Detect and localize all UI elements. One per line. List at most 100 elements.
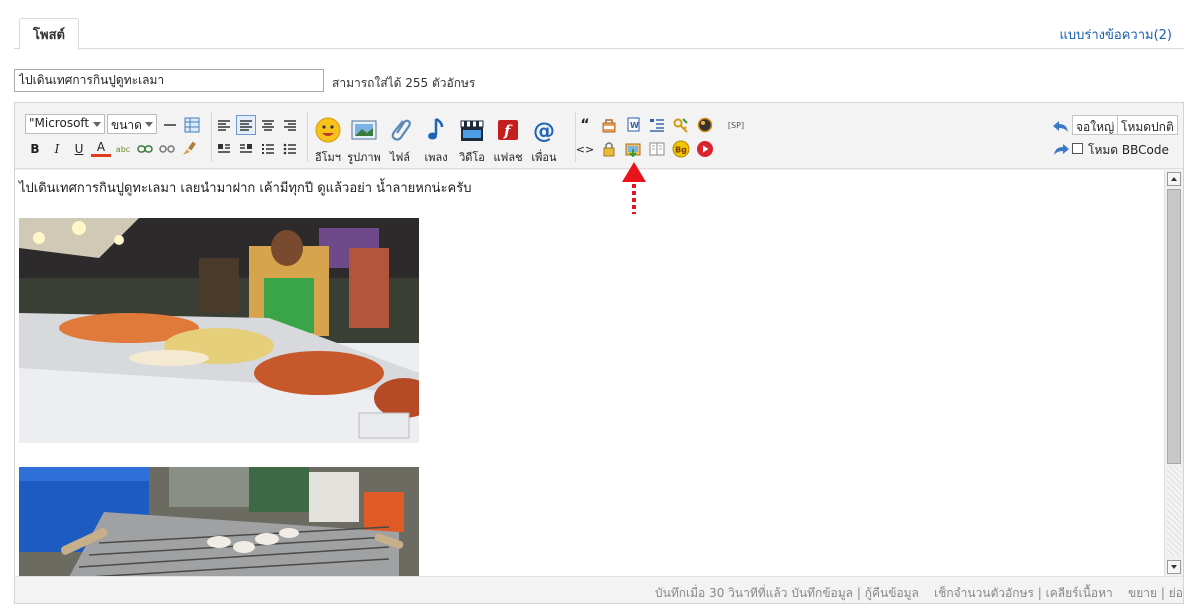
image-label: รูปภาพ xyxy=(347,151,381,164)
post-body-text: ไปเดินเทศการกินปูดูทะเลมา เลยนำมาฝาก เค้… xyxy=(19,181,472,196)
annotation-arrow-icon xyxy=(622,162,646,214)
youtube-icon[interactable] xyxy=(696,140,714,158)
image-icon xyxy=(351,120,377,140)
columns-icon[interactable] xyxy=(648,140,666,158)
svg-text:W: W xyxy=(630,121,639,130)
save-link[interactable]: บันทึกข้อมูล xyxy=(791,586,853,600)
emoticon-label: อีโมฯ xyxy=(315,151,341,164)
quote-button[interactable]: “ xyxy=(576,116,594,134)
friend-button[interactable]: @ เพื่อน xyxy=(526,116,562,172)
clear-format-brush-icon[interactable] xyxy=(179,139,199,159)
align-justify-icon[interactable] xyxy=(236,115,256,135)
format-group: "Microsoft ขนาด B I U A abc xyxy=(23,112,205,162)
scroll-thumb[interactable] xyxy=(1167,189,1181,464)
redo-arrow-icon[interactable] xyxy=(1051,139,1071,159)
separator: | xyxy=(1160,586,1165,600)
bg-badge-text: Bg xyxy=(675,146,687,155)
editor: "Microsoft ขนาด B I U A abc อีโมฯ รูปภาพ… xyxy=(14,102,1184,604)
image-button[interactable]: รูปภาพ xyxy=(346,116,382,172)
bold-button[interactable]: B xyxy=(25,139,45,159)
align-group xyxy=(211,112,301,162)
subject-hint: สามารถใส่ได้ 255 ตัวอักษร xyxy=(332,76,476,90)
scroll-up-icon[interactable] xyxy=(1167,172,1181,186)
align-center-icon[interactable] xyxy=(258,115,278,135)
insert-image-download-icon[interactable] xyxy=(624,140,642,158)
flash-icon: f xyxy=(498,120,518,140)
draft-messages-link[interactable]: แบบร่างข้อความ(2) xyxy=(1060,24,1173,45)
extras-group: “ <> W Bg [SP] xyxy=(575,112,751,162)
underline-button[interactable]: U xyxy=(69,139,89,159)
font-size-value: ขนาด xyxy=(111,118,142,132)
restore-link[interactable]: กู้คืนข้อมูล xyxy=(865,586,919,600)
file-label: ไฟล์ xyxy=(389,151,411,164)
normal-mode-button[interactable]: โหมดปกติ xyxy=(1117,115,1178,135)
autosave-status: บันทึกเมื่อ 30 วินาทีที่แล้ว xyxy=(655,586,788,600)
ordered-list-icon[interactable] xyxy=(258,139,278,159)
horizontal-rule-icon[interactable] xyxy=(160,115,180,135)
music-button[interactable]: เพลง xyxy=(418,116,454,172)
emoticon-button[interactable]: อีโมฯ xyxy=(310,116,346,172)
word-paste-icon[interactable]: W xyxy=(624,116,642,134)
toolbar: "Microsoft ขนาด B I U A abc อีโมฯ รูปภาพ… xyxy=(15,103,1183,169)
tab-post[interactable]: โพสต์ xyxy=(19,18,79,50)
grill-photo xyxy=(19,467,419,576)
music-label: เพลง xyxy=(424,151,448,164)
chevron-down-icon xyxy=(93,122,101,127)
indent-list-icon[interactable] xyxy=(648,116,666,134)
float-left-icon[interactable] xyxy=(214,139,234,159)
dark-orb-icon[interactable] xyxy=(696,116,714,134)
align-left-icon[interactable] xyxy=(214,115,234,135)
music-note-icon xyxy=(428,117,444,140)
clapperboard-icon xyxy=(460,120,484,141)
float-right-icon[interactable] xyxy=(236,139,256,159)
undo-arrow-icon[interactable] xyxy=(1051,116,1071,136)
font-color-button[interactable]: A xyxy=(91,139,111,157)
code-button[interactable]: <> xyxy=(576,140,594,158)
file-button[interactable]: ไฟล์ xyxy=(382,116,418,172)
flash-button[interactable]: f แฟลช xyxy=(490,116,526,172)
italic-button[interactable]: I xyxy=(47,139,67,159)
scroll-track xyxy=(1167,466,1181,556)
smiley-icon xyxy=(315,117,341,143)
editor-content[interactable]: ไปเดินเทศการกินปูดูทะเลมา เลยนำมาฝาก เค้… xyxy=(15,170,1183,576)
clear-content-link[interactable]: เคลียร์เนื้อหา xyxy=(1046,586,1113,600)
paperclip-icon xyxy=(391,119,411,141)
shrink-link[interactable]: ย่อ xyxy=(1169,586,1183,600)
bbcode-mode-label: โหมด BBCode xyxy=(1088,143,1169,157)
background-color-icon[interactable]: Bg xyxy=(672,140,690,158)
bbcode-mode-checkbox[interactable] xyxy=(1072,143,1083,154)
font-family-select[interactable]: "Microsoft xyxy=(25,114,105,134)
flash-label: แฟลช xyxy=(493,151,523,164)
check-count-link[interactable]: เช็กจำนวนตัวอักษร xyxy=(934,586,1034,600)
subject-input[interactable] xyxy=(14,69,324,92)
video-button[interactable]: วิดีโอ xyxy=(454,116,490,172)
chevron-down-icon xyxy=(145,122,153,127)
status-bar: บันทึกเมื่อ 30 วินาทีที่แล้ว บันทึกข้อมู… xyxy=(15,576,1183,603)
svg-text:@: @ xyxy=(533,119,555,144)
unlink-icon[interactable] xyxy=(157,139,177,159)
font-family-value: "Microsoft xyxy=(29,116,90,130)
tabs-row: โพสต์ แบบร่างข้อความ(2) xyxy=(14,16,1184,50)
separator: | xyxy=(1037,586,1042,600)
font-size-select[interactable]: ขนาด xyxy=(107,114,157,134)
link-icon[interactable] xyxy=(135,139,155,159)
content-scrollbar[interactable] xyxy=(1164,170,1183,576)
status-actions: บันทึกเมื่อ 30 วินาทีที่แล้ว บันทึกข้อมู… xyxy=(655,584,1183,603)
spellcheck-button[interactable]: abc xyxy=(113,139,133,159)
fullscreen-button[interactable]: จอใหญ่ xyxy=(1072,115,1119,135)
align-right-icon[interactable] xyxy=(280,115,300,135)
scroll-down-icon[interactable] xyxy=(1167,560,1181,574)
key-icon[interactable] xyxy=(672,116,690,134)
unordered-list-icon[interactable] xyxy=(280,139,300,159)
friend-label: เพื่อน xyxy=(531,151,557,164)
at-icon: @ xyxy=(533,119,555,144)
food-stall-photo xyxy=(19,218,419,443)
free-tag-icon[interactable] xyxy=(600,116,618,134)
table-icon[interactable] xyxy=(182,115,202,135)
spoiler-tag-button[interactable]: [SP] xyxy=(722,116,750,134)
video-label: วิดีโอ xyxy=(459,151,485,164)
expand-link[interactable]: ขยาย xyxy=(1128,586,1157,600)
separator: | xyxy=(856,586,861,600)
lock-icon[interactable] xyxy=(600,140,618,158)
media-group: อีโมฯ รูปภาพ ไฟล์ เพลง วิดีโอ f แฟลช @ เ… xyxy=(307,112,569,164)
